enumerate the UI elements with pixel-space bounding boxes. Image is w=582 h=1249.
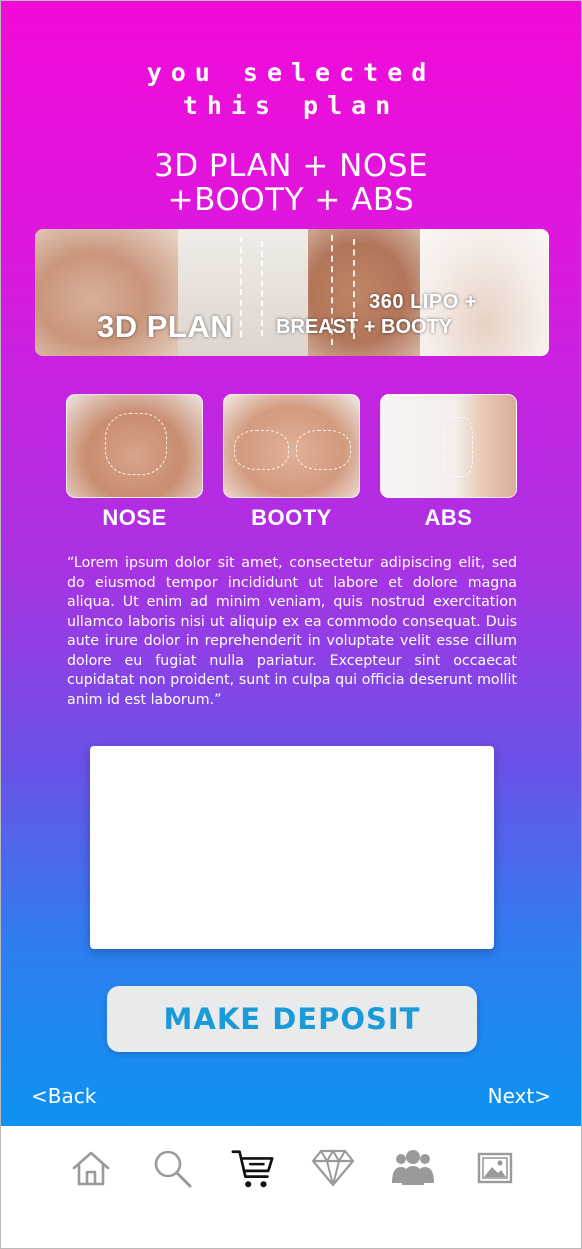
tab-cart[interactable] [231,1146,275,1190]
headline-line-1: YOU SELECTED [146,58,436,87]
tab-gallery[interactable] [473,1146,517,1190]
contour-marking [234,430,289,470]
cart-icon [231,1150,274,1188]
hero-sub-text-2: BREAST + BOOTY [276,316,453,338]
hero-marking-line [261,241,263,336]
image-icon [477,1152,513,1184]
plan-title: 3D PLAN + NOSE +BOOTY + ABS [1,149,581,217]
addon-image-abs[interactable] [380,394,517,498]
app-screen: YOU SELECTED THIS PLAN 3D PLAN + NOSE +B… [0,0,582,1249]
next-link[interactable]: Next> [488,1084,551,1108]
group-icon [392,1150,434,1185]
tab-home[interactable] [69,1146,113,1190]
plan-title-line-2: +BOOTY + ABS [167,182,415,218]
plan-hero-image: 3D PLAN 360 LIPO + BREAST + BOOTY [35,229,549,356]
tab-diamond[interactable] [311,1146,355,1190]
addon-image-booty[interactable] [223,394,360,498]
diamond-icon [311,1149,355,1187]
contour-marking [105,413,167,475]
plan-title-line-1: 3D PLAN + NOSE [153,148,429,184]
make-deposit-button[interactable]: MAKE DEPOSIT [107,986,477,1052]
tab-community[interactable] [391,1146,435,1190]
home-icon [72,1151,110,1186]
headline-line-2: THIS PLAN [182,91,400,120]
addon-label-abs: ABS [424,505,473,530]
plan-description: “Lorem ipsum dolor sit amet, consectetur… [67,555,517,708]
plan-summary-panel: YOU SELECTED THIS PLAN 3D PLAN + NOSE +B… [1,1,581,1126]
tab-search[interactable] [150,1146,194,1190]
addon-image-nose[interactable] [66,394,203,498]
hero-marking-line [240,237,242,337]
addon-label-nose: NOSE [102,505,167,530]
hero-sub-text-1: 360 LIPO + [369,291,477,313]
addon-label-booty: BOOTY [251,505,332,530]
contour-marking [296,430,351,470]
hero-main-text: 3D PLAN [97,309,234,344]
search-icon [154,1150,192,1188]
deposit-details-card [90,746,494,949]
contour-marking [443,417,473,477]
back-link[interactable]: <Back [31,1084,96,1108]
